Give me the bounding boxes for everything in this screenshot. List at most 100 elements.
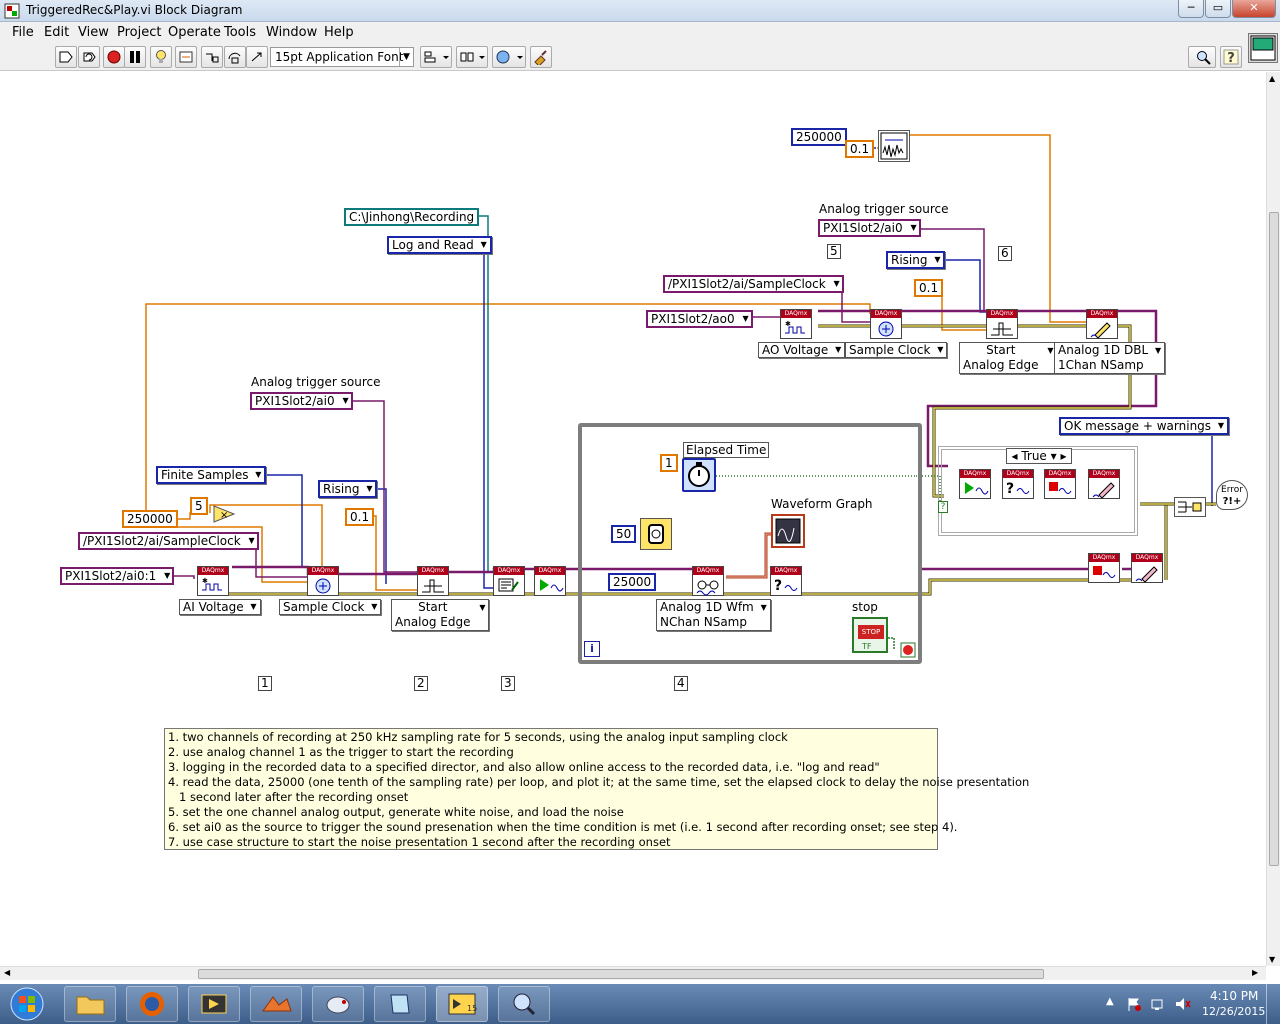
trigger-slope-b[interactable]: Rising [886,251,946,269]
pause-button[interactable] [124,46,146,68]
taskbar-firefox[interactable] [126,986,178,1022]
ao-samples-constant[interactable]: 250000 [791,128,847,146]
daqmx-stop-task-ai[interactable]: DAQmx [1088,553,1120,583]
tray-date[interactable]: 12/26/2015 [1202,1005,1265,1018]
daqmx-start-task-ai[interactable]: DAQmx [534,566,566,596]
daqmx-write-ao[interactable]: DAQmx [1086,309,1118,339]
start-analog-edge-ring-b[interactable]: Start Analog Edge [959,342,1058,374]
tray-show-hidden-icon[interactable]: ▲ [1106,996,1114,1007]
show-desktop-button[interactable] [1266,984,1280,1024]
run-button[interactable] [55,46,77,68]
samples-per-read-constant[interactable]: 25000 [608,573,657,591]
read-mode-ring[interactable]: Analog 1D Wfm NChan NSamp [656,599,771,631]
case-prev-arrow[interactable]: ◂ [1011,449,1017,463]
menu-window[interactable]: Window [266,25,317,40]
scroll-up-arrow[interactable]: ▲ [1269,74,1275,83]
daqmx-clear-task-ao[interactable]: DAQmx [1088,469,1120,499]
taskbar-labview[interactable]: 15 [436,986,488,1022]
daqmx-is-task-done-ai[interactable]: DAQmx? [770,566,802,596]
step-into-button[interactable] [201,46,223,68]
merge-errors-function[interactable] [1174,497,1206,517]
horizontal-scrollbar[interactable]: ◀ ▶ [0,966,1266,980]
search-button[interactable] [1188,46,1216,68]
menu-tools[interactable]: Tools [224,25,256,40]
ao-physical-channel[interactable]: PXI1Slot2/ao0 ▼ [646,310,753,328]
run-continuously-button[interactable] [78,46,100,68]
diagram-comment[interactable]: 1. two channels of recording at 250 kHz … [164,728,1029,850]
font-selector[interactable]: 15pt Application Font ▼ [270,47,414,67]
ai-voltage-ring[interactable]: AI Voltage [179,599,261,615]
daqmx-create-channel-ao[interactable]: DAQmx ✱ [780,309,812,339]
loop-iteration-terminal[interactable]: i [584,641,600,657]
daqmx-create-channel-ai[interactable]: DAQmx ✱ [197,566,229,596]
retain-wire-values-button[interactable] [175,46,197,68]
connector-pane-icon[interactable] [1248,33,1278,63]
horizontal-scroll-thumb[interactable] [198,969,1044,979]
step-out-button[interactable] [246,46,268,68]
rate-constant-250000[interactable]: 250000 [122,510,178,528]
menu-edit[interactable]: Edit [44,25,69,40]
daqmx-trigger-ai[interactable]: DAQmx [417,566,449,596]
recording-path-constant[interactable]: C:\Jinhong\Recording [344,208,480,226]
daqmx-timing-ai[interactable]: DAQmx [307,566,339,596]
case-selector-terminal[interactable]: ? [938,501,948,513]
minimize-button[interactable]: ─ [1178,0,1204,18]
scroll-down-arrow[interactable]: ▼ [1269,955,1275,964]
trigger-level-a[interactable]: 0.1 [345,508,375,526]
scroll-left-arrow[interactable]: ◀ [4,968,10,977]
daqmx-trigger-ao[interactable]: DAQmx [986,309,1018,339]
menu-project[interactable]: Project [117,25,161,40]
elapsed-time-target[interactable]: 1 [660,454,678,472]
menu-operate[interactable]: Operate [168,25,221,40]
highlight-execution-button[interactable] [150,46,172,68]
close-button[interactable]: ✕ [1232,0,1276,18]
ao-voltage-ring[interactable]: AO Voltage [758,342,846,358]
sample-clock-ring-a[interactable]: Sample Clock [279,599,382,615]
simple-error-handler[interactable]: Error ?!+ [1216,480,1248,510]
daqmx-start-task-ao[interactable]: DAQmx [959,469,991,499]
vertical-scrollbar[interactable]: ▲ ▼ [1266,72,1280,966]
ao-sample-clock-source[interactable]: /PXI1Slot2/ai/SampleClock ▼ [663,275,844,293]
elapsed-time-express-vi[interactable] [682,458,716,492]
white-noise-generator[interactable] [878,130,910,162]
reorder-button[interactable] [492,46,526,68]
trigger-slope-a[interactable]: Rising [318,480,378,498]
clean-up-diagram-button[interactable] [530,46,552,68]
ai-physical-channel[interactable]: PXI1Slot2/ai0:1 ▼ [60,567,175,585]
log-mode-ring[interactable]: Log and Read [387,236,492,254]
taskbar-magnifier[interactable] [498,986,550,1022]
step-over-button[interactable] [224,46,246,68]
daqmx-configure-logging[interactable]: DAQmx [493,566,525,596]
taskbar-matlab[interactable] [250,986,302,1022]
stop-button-terminal[interactable]: STOP TF [852,617,888,653]
error-message-type-ring[interactable]: OK message + warnings [1059,417,1230,435]
maximize-button[interactable]: ▭ [1205,0,1231,18]
trigger-level-b[interactable]: 0.1 [914,279,944,297]
taskbar-explorer[interactable] [64,986,116,1022]
trigger-source-b[interactable]: PXI1Slot2/ai0 ▼ [818,219,921,237]
loop-condition-stop-icon[interactable] [900,642,916,658]
taskbar-app[interactable] [312,986,364,1022]
context-help-button[interactable]: ? [1220,46,1242,68]
case-selector[interactable]: ◂ True ▾ ▸ [1006,448,1072,464]
volume-muted-icon[interactable] [1174,996,1192,1012]
daqmx-timing-ao[interactable]: DAQmx [870,309,902,339]
menu-file[interactable]: File [12,25,34,40]
multiply-icon[interactable]: × [212,504,236,524]
block-diagram-canvas[interactable]: C:\Jinhong\Recording Log and Read Finite… [4,72,1266,966]
vertical-scroll-thumb[interactable] [1269,212,1279,866]
waveform-graph-terminal[interactable] [771,514,805,548]
daqmx-read-ai[interactable]: DAQmx [692,566,724,596]
write-mode-ring[interactable]: Analog 1D DBL 1Chan NSamp [1054,342,1166,374]
noise-amplitude-constant[interactable]: 0.1 [845,140,875,158]
daqmx-stop-task-ao[interactable]: DAQmx [1044,469,1076,499]
ai-sample-clock-source[interactable]: /PXI1Slot2/ai/SampleClock ▼ [78,532,259,550]
wait-ms-function[interactable] [640,518,672,550]
scroll-right-arrow[interactable]: ▶ [1252,968,1258,977]
action-center-flag-icon[interactable] [1126,996,1142,1012]
case-next-arrow[interactable]: ▸ [1061,449,1067,463]
sample-clock-ring-b[interactable]: Sample Clock [845,342,948,358]
distribute-objects-button[interactable] [456,46,488,68]
duration-constant-5[interactable]: 5 [190,497,208,515]
trigger-source-a[interactable]: PXI1Slot2/ai0 ▼ [250,392,353,410]
